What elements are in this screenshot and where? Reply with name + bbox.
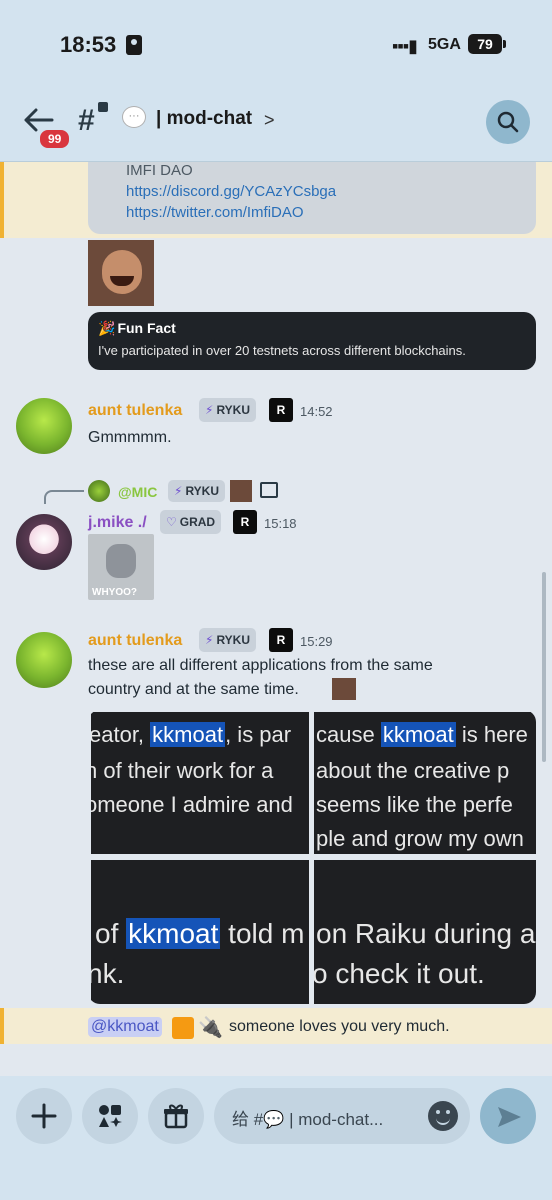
image-icon [260, 482, 278, 498]
avatar[interactable] [16, 398, 72, 454]
image-attachments: eator, kkmoat, is par n of their work fo… [88, 710, 536, 1004]
reply-emoji-image [230, 480, 252, 502]
attachment-image-4[interactable]: on Raiku during a o check it out. [314, 860, 536, 1004]
send-button[interactable] [480, 1088, 536, 1144]
battery-icon: 79 [468, 34, 506, 54]
timestamp: 15:29 [300, 634, 333, 649]
message-text: Gmmmmm. [88, 429, 172, 446]
reply-connector [44, 490, 84, 504]
unread-badge: 99 [38, 128, 72, 150]
user-mention[interactable]: @kkmoat [88, 1017, 162, 1037]
chevron-right-icon[interactable]: > [264, 110, 275, 131]
username[interactable]: aunt tulenka [88, 632, 182, 650]
laughing-emoji [332, 678, 356, 700]
status-time: 18:53 [60, 32, 117, 57]
network-label: 5GA [428, 36, 461, 53]
signal-icon: ▪▪▪▮ [392, 36, 418, 56]
add-button[interactable] [16, 1088, 72, 1144]
lightning-icon: ⚡ [205, 403, 214, 417]
laughing-man-image[interactable] [88, 240, 154, 306]
server-badge-icon: R [269, 628, 293, 652]
attachment-image-1[interactable]: eator, kkmoat, is par n of their work fo… [91, 712, 309, 854]
server-badge-icon: R [269, 398, 293, 422]
apps-icon [99, 1105, 122, 1127]
twitter-link[interactable]: https://twitter.com/ImfiDAO [126, 204, 498, 221]
lock-icon [98, 102, 108, 112]
message-text-line1: these are all different applications fro… [88, 657, 433, 674]
message-input[interactable]: 给 #💬 | mod-chat... [214, 1088, 470, 1144]
timestamp: 15:18 [264, 516, 297, 531]
channel-header: 99 # ··· | mod-chat > [0, 88, 552, 162]
username[interactable]: aunt tulenka [88, 402, 182, 420]
party-popper-icon: 🎉 [98, 320, 116, 336]
speech-bubble-icon: ··· [122, 106, 146, 128]
avatar[interactable] [16, 514, 72, 570]
fun-fact-card: 🎉 Fun Fact I've participated in over 20 t… [88, 312, 536, 370]
plus-icon [31, 1103, 57, 1129]
id-card-icon [126, 35, 142, 55]
role-tag: ♡ GRAD [160, 510, 222, 534]
mention-message-text: someone loves you very much. [229, 1018, 450, 1035]
gift-icon [164, 1104, 188, 1129]
server-badge-icon: R [233, 510, 257, 534]
sticker-image[interactable]: WHYOO? [88, 534, 154, 600]
composer-bar: 给 #💬 | mod-chat... [0, 1076, 552, 1200]
embed-title: IMFI DAO [126, 162, 193, 179]
discord-link[interactable]: https://discord.gg/YCAzYCsbga [126, 183, 498, 200]
apps-button[interactable] [82, 1088, 138, 1144]
plug-emoji: 🔌 [198, 1017, 223, 1039]
status-bar: 18:53 ▪▪▪▮ 5GA 79 [0, 0, 552, 88]
lightning-icon: ⚡ [205, 633, 214, 647]
fun-fact-title: Fun Fact [117, 320, 176, 336]
role-tag: ⚡ RYKU [168, 480, 225, 502]
gift-button[interactable] [148, 1088, 204, 1144]
hashtag-icon: # [78, 104, 95, 137]
heart-icon: ♡ [166, 515, 177, 529]
avatar[interactable] [16, 632, 72, 688]
search-icon [497, 111, 519, 133]
emoji-icon[interactable] [428, 1101, 458, 1131]
timestamp: 14:52 [300, 404, 333, 419]
attachment-image-3[interactable]: of kkmoat told m nk. [91, 860, 309, 1004]
chat-area: IMFI DAO https://discord.gg/YCAzYCsbga h… [0, 162, 552, 1076]
link-embed: IMFI DAO https://discord.gg/YCAzYCsbga h… [88, 162, 536, 234]
message-input-placeholder: 给 #💬 | mod-chat... [232, 1110, 384, 1129]
reply-avatar [88, 480, 110, 502]
message-text-line2: country and at the same time. [88, 681, 299, 698]
sticker-caption: WHYOO? [92, 587, 137, 598]
lightning-icon: ⚡ [174, 484, 183, 498]
username[interactable]: j.mike ./ [88, 514, 147, 532]
role-tag: ⚡ RYKU [199, 398, 256, 422]
send-icon [498, 1107, 521, 1127]
scrollbar[interactable] [542, 572, 546, 762]
role-tag: ⚡ RYKU [199, 628, 256, 652]
reply-mention[interactable]: @MIC [118, 484, 157, 500]
search-button[interactable] [486, 100, 530, 144]
channel-title[interactable]: | mod-chat [156, 108, 252, 130]
fun-fact-body: I've participated in over 20 testnets ac… [98, 343, 466, 358]
attachment-image-2[interactable]: cause kkmoat is here about the creative … [314, 712, 536, 854]
orange-square-emoji [172, 1017, 194, 1039]
